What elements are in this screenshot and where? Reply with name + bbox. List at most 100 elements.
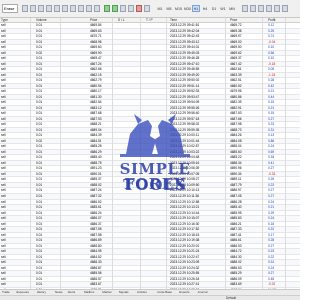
cell-price: 4688.02 <box>90 182 102 187</box>
template-icon[interactable] <box>128 5 134 12</box>
tf-w1[interactable]: W1 <box>219 5 227 12</box>
tf-h1[interactable]: H1 <box>192 5 200 12</box>
cell-time: 2023.12.29 09:50:02 <box>170 78 200 83</box>
tf-m30[interactable]: M30 <box>183 5 191 12</box>
cell-time: 2023.12.29 10:11:36 <box>170 193 200 198</box>
crosshair-icon[interactable] <box>30 5 36 12</box>
cell-time: 2023.12.29 10:20:01 <box>170 243 200 248</box>
tf-m15[interactable]: M15 <box>174 5 182 12</box>
cell-profit: 0.21 <box>268 205 275 210</box>
status-bar: Default <box>0 295 300 300</box>
cell-volume: 0.01 <box>36 127 43 132</box>
cell-volume: 0.01 <box>36 89 43 94</box>
trend-icon[interactable] <box>112 5 118 12</box>
arrow-tool-icon[interactable] <box>78 5 84 12</box>
cell-profit: 0.22 <box>268 254 275 259</box>
cell-price-current: 4687.33 <box>230 227 242 232</box>
cell-price: 4686.57 <box>90 276 102 281</box>
cell-volume: 0.01 <box>36 116 43 121</box>
cell-type: sell <box>1 182 6 187</box>
cell-volume: 0.01 <box>36 160 43 165</box>
cell-time: 2023.12.29 09:59:35 <box>170 127 200 132</box>
cell-volume: 0.01 <box>36 83 43 88</box>
cell-price-current: 4685.83 <box>230 216 242 221</box>
grid-icon[interactable] <box>54 5 60 12</box>
cell-time: 2023.12.29 10:05:16 <box>170 160 200 165</box>
cell-price-current: 4679.96 <box>230 89 242 94</box>
cell-price: 4689.04 <box>90 127 102 132</box>
fibo-tool-icon[interactable] <box>94 5 100 12</box>
cell-price: 4687.58 <box>90 232 102 237</box>
cell-volume: 0.01 <box>36 45 43 50</box>
cell-time: 2023.12.29 09:42:04 <box>170 28 200 33</box>
cell-price-current: 4682.91 <box>230 105 242 110</box>
cell-volume: 0.01 <box>36 243 43 248</box>
cell-volume: 0.01 <box>36 23 43 27</box>
cell-time: 2023.12.29 09:47:10 <box>170 61 200 66</box>
cell-profit: 0.22 <box>268 227 275 232</box>
cell-profit: 0.86 <box>268 138 275 143</box>
cell-volume: 0.01 <box>36 149 43 154</box>
cell-profit: 0.28 <box>268 238 275 243</box>
cell-price-current: 4684.72 <box>230 249 242 254</box>
cell-volume: 0.01 <box>36 232 43 237</box>
cell-volume: 0.01 <box>36 260 43 265</box>
cell-price-current: 4669.37 <box>230 56 242 61</box>
cell-type: sell <box>1 193 6 198</box>
channel-tool-icon[interactable] <box>86 5 92 12</box>
cell-profit: 0.42 <box>268 83 275 88</box>
cell-volume: 0.01 <box>36 61 43 66</box>
settings-icon[interactable] <box>266 5 272 12</box>
zoom-in-icon[interactable] <box>38 5 44 12</box>
cell-type: sell <box>1 238 6 243</box>
symbol-combo[interactable]: Erase <box>2 4 18 13</box>
cell-price: 4681.30 <box>90 94 102 99</box>
cell-type: sell <box>1 188 6 193</box>
tf-mn[interactable]: MN <box>228 5 236 12</box>
cell-time: 2023.12.29 09:56:40 <box>170 111 200 116</box>
cell-price-current: 4669.00 <box>230 39 242 44</box>
status-text: Default <box>226 296 237 300</box>
cell-volume: 0.01 <box>36 166 43 171</box>
cell-price-current: 4686.63 <box>230 265 242 270</box>
cell-profit: 0.15 <box>268 111 275 116</box>
cell-price-current: 4687.41 <box>230 232 242 237</box>
cell-volume: 0.01 <box>36 171 43 176</box>
zoom-icon[interactable] <box>250 5 256 12</box>
cell-time: 2023.12.29 10:25:55 <box>170 271 200 276</box>
trade-table: Type Volume Price S / L T / P Time Price… <box>0 18 300 289</box>
tf-h4[interactable]: H4 <box>201 5 209 12</box>
cell-profit: 0.23 <box>268 182 275 187</box>
refresh-icon[interactable] <box>258 5 264 12</box>
cell-type: sell <box>1 89 6 94</box>
cell-time: 2023.12.29 09:54:09 <box>170 100 200 105</box>
line-tool-icon[interactable] <box>62 5 68 12</box>
period-icon[interactable] <box>120 5 126 12</box>
zoom-out-icon[interactable] <box>46 5 52 12</box>
cell-time: 2023.12.29 10:26:18 <box>170 276 200 281</box>
chart-icon[interactable] <box>144 5 150 12</box>
layout-icon[interactable] <box>274 5 280 12</box>
cell-price-current: 4687.98 <box>230 122 242 127</box>
cell-time: 2023.12.29 10:18:15 <box>170 232 200 237</box>
buy-icon[interactable] <box>104 5 110 12</box>
cell-type: sell <box>1 227 6 232</box>
tf-m1[interactable]: M1 <box>156 5 164 12</box>
text-tool-icon[interactable] <box>70 5 76 12</box>
cell-type: sell <box>1 155 6 160</box>
cell-price: 4684.39 <box>90 133 102 138</box>
cell-type: sell <box>1 254 6 259</box>
cell-profit: 0.24 <box>268 199 275 204</box>
cell-volume: 0.01 <box>36 254 43 259</box>
cell-type: sell <box>1 45 6 50</box>
new-order-icon[interactable] <box>22 5 28 12</box>
cell-profit: 0.31 <box>268 260 275 265</box>
fullscreen-icon[interactable] <box>282 5 288 12</box>
properties-icon[interactable] <box>242 5 248 12</box>
cell-volume: 0.01 <box>36 265 43 270</box>
tf-d1[interactable]: D1 <box>210 5 218 12</box>
sell-icon[interactable] <box>136 5 142 12</box>
cell-price-current: 4669.50 <box>230 45 242 50</box>
tf-m5[interactable]: M5 <box>165 5 173 12</box>
cell-price-current: 4685.60 <box>230 149 242 154</box>
